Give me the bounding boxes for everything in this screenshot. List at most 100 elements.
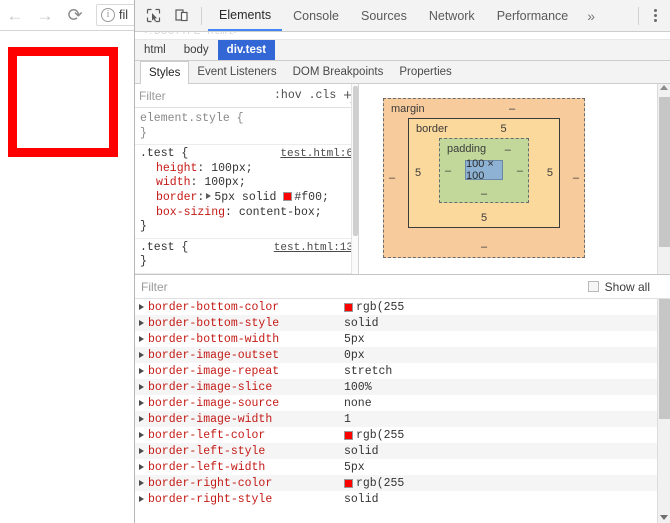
computed-row[interactable]: border-image-outset 0px xyxy=(135,347,670,363)
declaration-width[interactable]: width: 100px; xyxy=(140,176,353,191)
color-swatch-icon[interactable] xyxy=(283,191,293,201)
computed-row[interactable]: border-image-width 1 xyxy=(135,411,670,427)
rule-close-brace: } xyxy=(140,255,147,269)
breadcrumb-item-div-test[interactable]: div.test xyxy=(217,40,276,60)
expand-triangle-icon[interactable] xyxy=(139,384,144,390)
expand-triangle-icon[interactable] xyxy=(139,304,144,310)
declaration-height[interactable]: height: 100px; xyxy=(140,162,353,177)
computed-row[interactable]: border-bottom-style solid xyxy=(135,315,670,331)
tab-elements[interactable]: Elements xyxy=(208,0,283,31)
margin-left-value[interactable]: – xyxy=(389,172,395,184)
expand-triangle-icon[interactable] xyxy=(139,400,144,406)
computed-row[interactable]: border-bottom-color rgb(255 xyxy=(135,299,670,315)
tab-console[interactable]: Console xyxy=(282,0,350,31)
computed-property-name: border-right-style xyxy=(148,492,273,506)
inspect-element-icon[interactable] xyxy=(140,3,166,29)
padding-left-value[interactable]: – xyxy=(445,165,451,177)
padding-top-value[interactable]: – xyxy=(505,144,511,156)
margin-top-value[interactable]: – xyxy=(509,103,515,115)
tab-styles[interactable]: Styles xyxy=(140,61,190,84)
reload-icon[interactable]: ⟳ xyxy=(60,0,90,30)
show-all-checkbox[interactable] xyxy=(587,281,599,292)
expand-triangle-icon[interactable] xyxy=(139,416,144,422)
expand-triangle-icon[interactable] xyxy=(139,368,144,374)
cls-toggle[interactable]: .cls xyxy=(309,89,337,102)
computed-row[interactable]: border-left-color rgb(255 xyxy=(135,427,670,443)
computed-property-value: 5px xyxy=(344,460,365,474)
computed-filter-input[interactable]: Filter xyxy=(141,280,168,294)
computed-scrollbar[interactable] xyxy=(657,299,670,523)
box-model-border[interactable]: border 5 5 5 5 padding – – – – 100 × 100 xyxy=(408,118,560,228)
declaration-box-sizing[interactable]: box-sizing: content-box; xyxy=(140,206,353,221)
padding-right-value[interactable]: – xyxy=(517,165,523,177)
scroll-down-arrow-icon[interactable] xyxy=(660,515,668,520)
box-model-padding[interactable]: padding – – – – 100 × 100 xyxy=(439,138,529,203)
computed-property-value: none xyxy=(344,396,372,410)
declaration-color-value[interactable]: #f00; xyxy=(294,191,329,204)
margin-bottom-value[interactable]: – xyxy=(481,241,487,253)
computed-row[interactable]: border-image-slice 100% xyxy=(135,379,670,395)
kebab-menu-icon[interactable] xyxy=(645,5,665,27)
declaration-value[interactable]: 100px; xyxy=(204,176,245,189)
back-icon[interactable]: ← xyxy=(0,0,30,30)
css-rules-list: element.style { } .test { test.html:6 he… xyxy=(135,108,358,274)
tab-event-listeners[interactable]: Event Listeners xyxy=(189,61,284,83)
tab-sources[interactable]: Sources xyxy=(350,0,418,31)
address-bar-url: fil xyxy=(119,8,129,22)
device-toolbar-icon[interactable] xyxy=(168,3,194,29)
computed-row[interactable]: border-image-source none xyxy=(135,395,670,411)
expand-triangle-icon[interactable] xyxy=(139,448,144,454)
rule-selector[interactable]: .test { xyxy=(140,147,188,162)
styles-scrollbar[interactable] xyxy=(351,84,358,274)
computed-row[interactable]: border-bottom-width 5px xyxy=(135,331,670,347)
margin-right-value[interactable]: – xyxy=(573,172,579,184)
declaration-value[interactable]: 100px; xyxy=(211,162,252,175)
declaration-value[interactable]: content-box; xyxy=(239,206,322,219)
color-swatch-icon xyxy=(344,302,353,312)
hov-toggle[interactable]: :hov xyxy=(274,89,302,102)
show-all-control[interactable]: Show all xyxy=(587,280,664,294)
expand-triangle-icon[interactable] xyxy=(139,320,144,326)
expand-triangle-icon[interactable] xyxy=(139,432,144,438)
scroll-up-arrow-icon[interactable] xyxy=(660,85,668,90)
declaration-value[interactable]: 5px solid xyxy=(214,191,276,204)
more-tabs-icon[interactable]: » xyxy=(579,0,603,31)
padding-bottom-value[interactable]: – xyxy=(481,188,487,200)
rule-origin-link[interactable]: test.html:13 xyxy=(274,241,353,256)
breadcrumb-item-body[interactable]: body xyxy=(175,40,218,60)
rule-selector[interactable]: .test { xyxy=(140,241,188,256)
border-right-value[interactable]: 5 xyxy=(547,167,553,179)
computed-row[interactable]: border-right-color rgb(255 xyxy=(135,475,670,491)
box-model-content[interactable]: 100 × 100 xyxy=(465,158,503,182)
declaration-border[interactable]: border: 5px solid #f00; xyxy=(140,191,353,206)
box-model-margin[interactable]: margin – – – – border 5 5 5 5 padding – xyxy=(383,98,585,258)
computed-row[interactable]: border-right-style solid xyxy=(135,491,670,507)
border-left-value[interactable]: 5 xyxy=(415,167,421,179)
expand-triangle-icon[interactable] xyxy=(139,336,144,342)
styles-filter-input[interactable]: Filter xyxy=(139,89,166,103)
forward-icon[interactable]: → xyxy=(30,0,60,30)
computed-property-value: solid xyxy=(344,444,379,458)
expand-triangle-icon[interactable] xyxy=(139,352,144,358)
expand-triangle-icon[interactable] xyxy=(139,464,144,470)
test-div xyxy=(8,47,118,157)
tab-dom-breakpoints[interactable]: DOM Breakpoints xyxy=(285,61,392,83)
tab-network[interactable]: Network xyxy=(418,0,486,31)
expand-triangle-icon[interactable] xyxy=(139,480,144,486)
site-info-icon[interactable]: i xyxy=(101,8,115,22)
rule-origin-link[interactable]: test.html:6 xyxy=(280,147,353,162)
rule-selector[interactable]: element.style { xyxy=(140,112,244,127)
expand-triangle-icon[interactable] xyxy=(206,193,212,200)
expand-triangle-icon[interactable] xyxy=(139,496,144,502)
breadcrumb-item-html[interactable]: html xyxy=(135,40,175,60)
computed-property-value: 1 xyxy=(344,412,351,426)
border-top-value[interactable]: 5 xyxy=(500,123,506,135)
tab-properties[interactable]: Properties xyxy=(391,61,459,83)
box-model-scrollbar[interactable] xyxy=(657,84,670,274)
border-bottom-value[interactable]: 5 xyxy=(481,212,487,224)
tab-performance[interactable]: Performance xyxy=(486,0,580,31)
css-rule-test-1: .test { test.html:6 height: 100px; width… xyxy=(135,144,358,238)
computed-row[interactable]: border-left-style solid xyxy=(135,443,670,459)
computed-row[interactable]: border-left-width 5px xyxy=(135,459,670,475)
computed-row[interactable]: border-image-repeat stretch xyxy=(135,363,670,379)
